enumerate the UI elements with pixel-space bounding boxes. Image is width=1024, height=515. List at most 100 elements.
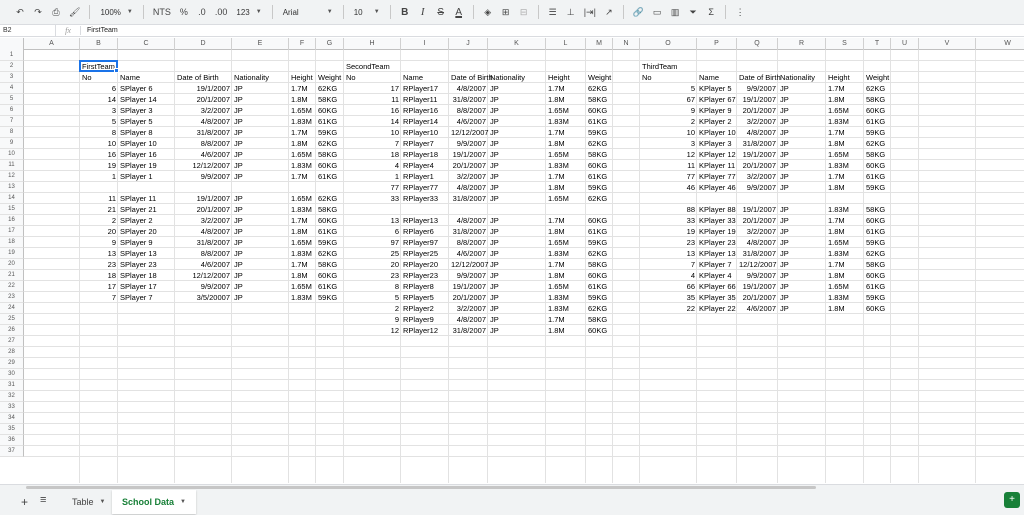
table-cell[interactable]: 21 — [80, 204, 118, 215]
table-cell[interactable]: 19/1/2007 — [175, 83, 232, 94]
table-cell[interactable]: 8/8/2007 — [449, 237, 488, 248]
table-cell[interactable]: 59KG — [864, 237, 891, 248]
table-cell[interactable]: RPlayer33 — [401, 193, 449, 204]
row-header-20[interactable]: 20 — [0, 259, 24, 270]
row-header-26[interactable]: 26 — [0, 325, 24, 336]
column-header-u[interactable]: U — [891, 38, 919, 50]
table-cell[interactable]: 58KG — [864, 204, 891, 215]
table-cell[interactable]: JP — [232, 270, 289, 281]
table-cell[interactable]: KPlayer 4 — [697, 270, 737, 281]
table-cell[interactable]: KPlayer 7 — [697, 259, 737, 270]
table-cell[interactable]: 9/9/2007 — [737, 270, 778, 281]
table-cell[interactable]: 9 — [80, 237, 118, 248]
row-header-9[interactable]: 9 — [0, 138, 24, 149]
table-cell[interactable]: 1.7M — [826, 127, 864, 138]
table-cell[interactable]: 59KG — [586, 292, 613, 303]
table-cell[interactable]: SPlayer 1 — [118, 171, 175, 182]
table-cell[interactable]: 3/2/2007 — [737, 226, 778, 237]
text-wrap-icon[interactable]: |⇥| — [581, 3, 599, 21]
row-header-34[interactable]: 34 — [0, 413, 24, 424]
column-header-e[interactable]: E — [232, 38, 289, 50]
table-cell[interactable]: KPlayer 22 — [697, 303, 737, 314]
align-left-icon[interactable]: ☰ — [545, 3, 561, 21]
table-cell[interactable]: 9/9/2007 — [449, 270, 488, 281]
column-label[interactable]: Height — [289, 72, 316, 83]
column-header-h[interactable]: H — [344, 38, 401, 50]
table-cell[interactable]: 4/6/2007 — [737, 303, 778, 314]
select-all-corner[interactable] — [0, 38, 24, 50]
table-cell[interactable]: 31/8/2007 — [175, 127, 232, 138]
row-header-30[interactable]: 30 — [0, 369, 24, 380]
table-cell[interactable]: 20/1/2007 — [449, 160, 488, 171]
table-cell[interactable]: 1.83M — [826, 292, 864, 303]
table-cell[interactable]: 3/2/2007 — [737, 116, 778, 127]
table-cell[interactable]: 19/1/2007 — [449, 281, 488, 292]
table-cell[interactable]: JP — [778, 226, 826, 237]
table-cell[interactable]: 3 — [640, 138, 697, 149]
table-cell[interactable]: JP — [488, 281, 546, 292]
table-cell[interactable]: 31/8/2007 — [449, 193, 488, 204]
column-label[interactable]: Name — [118, 72, 175, 83]
column-header-n[interactable]: N — [613, 38, 640, 50]
table-cell[interactable]: JP — [232, 105, 289, 116]
table-cell[interactable]: 1.7M — [826, 215, 864, 226]
table-cell[interactable]: 1.8M — [546, 270, 586, 281]
table-cell[interactable]: 1 — [80, 171, 118, 182]
table-cell[interactable]: 12/12/2007 — [737, 259, 778, 270]
table-cell[interactable]: 19/1/2007 — [175, 193, 232, 204]
table-cell[interactable]: JP — [488, 105, 546, 116]
table-cell[interactable]: 3/5/20007 — [175, 292, 232, 303]
table-cell[interactable]: 4/8/2007 — [449, 83, 488, 94]
table-cell[interactable]: SPlayer 21 — [118, 204, 175, 215]
table-cell[interactable]: 61KG — [586, 281, 613, 292]
table-cell[interactable]: 97 — [344, 237, 401, 248]
table-cell[interactable]: JP — [778, 160, 826, 171]
table-cell[interactable]: 62KG — [586, 303, 613, 314]
table-cell[interactable]: 60KG — [864, 215, 891, 226]
table-cell[interactable]: 59KG — [586, 237, 613, 248]
table-cell[interactable]: 20/1/2007 — [737, 292, 778, 303]
table-cell[interactable]: RPlayer17 — [401, 83, 449, 94]
table-cell[interactable]: JP — [232, 259, 289, 270]
table-cell[interactable]: JP — [232, 160, 289, 171]
column-header-s[interactable]: S — [826, 38, 864, 50]
table-cell[interactable]: 3/2/2007 — [175, 105, 232, 116]
table-cell[interactable]: 10 — [640, 127, 697, 138]
table-cell[interactable]: SPlayer 23 — [118, 259, 175, 270]
table-cell[interactable]: JP — [232, 149, 289, 160]
table-cell[interactable]: 1.8M — [826, 138, 864, 149]
table-cell[interactable]: KPlayer 33 — [697, 215, 737, 226]
table-cell[interactable]: SPlayer 19 — [118, 160, 175, 171]
table-cell[interactable]: 1.7M — [289, 127, 316, 138]
table-cell[interactable]: 61KG — [586, 226, 613, 237]
table-cell[interactable]: JP — [778, 281, 826, 292]
table-cell[interactable]: 13 — [344, 215, 401, 226]
table-cell[interactable]: SPlayer 2 — [118, 215, 175, 226]
table-cell[interactable]: KPlayer 9 — [697, 105, 737, 116]
column-header-q[interactable]: Q — [737, 38, 778, 50]
table-cell[interactable]: RPlayer11 — [401, 94, 449, 105]
row-header-29[interactable]: 29 — [0, 358, 24, 369]
table-cell[interactable]: JP — [488, 325, 546, 336]
add-sheet-icon[interactable]: + — [21, 495, 28, 509]
table-cell[interactable]: 1.65M — [826, 281, 864, 292]
table-cell[interactable]: 4/8/2007 — [175, 116, 232, 127]
table-cell[interactable]: 20/1/2007 — [175, 94, 232, 105]
table-cell[interactable]: 1.83M — [289, 160, 316, 171]
row-header-12[interactable]: 12 — [0, 171, 24, 182]
table-cell[interactable]: 9/9/2007 — [175, 281, 232, 292]
table-cell[interactable]: 9 — [640, 105, 697, 116]
table-cell[interactable]: 8/8/2007 — [449, 105, 488, 116]
table-cell[interactable]: 1.8M — [289, 94, 316, 105]
table-cell[interactable]: 12/12/2007 — [449, 259, 489, 270]
row-header-11[interactable]: 11 — [0, 160, 24, 171]
link-icon[interactable]: 🔗 — [630, 3, 647, 21]
table-cell[interactable]: JP — [488, 171, 546, 182]
table-cell[interactable]: 17 — [80, 281, 118, 292]
table-cell[interactable]: 62KG — [316, 83, 344, 94]
table-cell[interactable]: JP — [488, 182, 546, 193]
column-header-o[interactable]: O — [640, 38, 697, 50]
table-cell[interactable]: 19/1/2007 — [737, 281, 778, 292]
table-cell[interactable]: JP — [778, 248, 826, 259]
table-cell[interactable]: 1.65M — [546, 149, 586, 160]
